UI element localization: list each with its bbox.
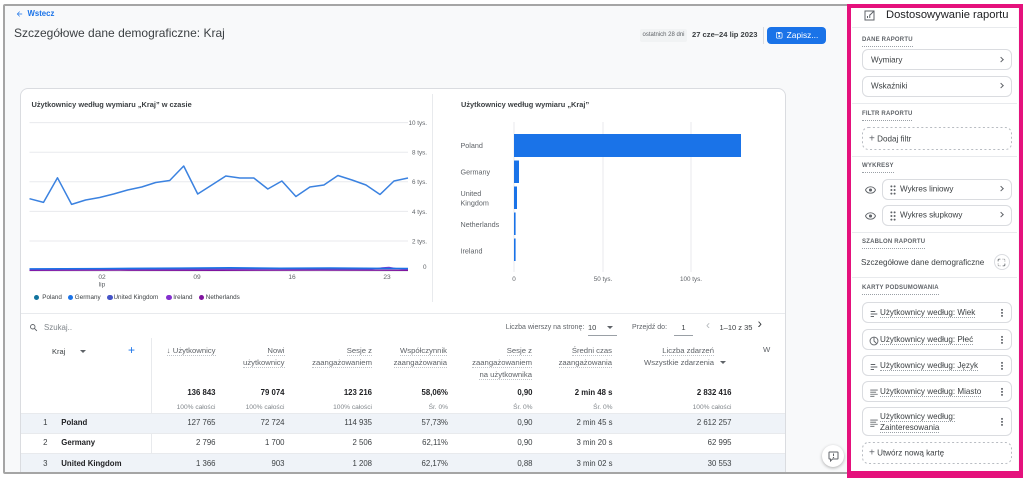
svg-text:02: 02	[98, 274, 106, 281]
svg-text:6 tys.: 6 tys.	[412, 179, 427, 186]
svg-text:lip: lip	[99, 282, 106, 289]
svg-text:Germany: Germany	[461, 168, 491, 177]
svg-text:09: 09	[193, 274, 201, 281]
svg-text:4 tys.: 4 tys.	[412, 209, 427, 216]
svg-text:Kingdom: Kingdom	[461, 199, 489, 208]
svg-text:10 tys.: 10 tys.	[408, 120, 427, 127]
svg-text:0: 0	[423, 264, 427, 271]
svg-text:Ireland: Ireland	[461, 247, 483, 256]
svg-text:16: 16	[288, 274, 296, 281]
svg-text:Poland: Poland	[461, 141, 483, 150]
svg-text:8 tys.: 8 tys.	[412, 150, 427, 157]
svg-text:2 tys.: 2 tys.	[412, 238, 427, 245]
svg-text:50 tys.: 50 tys.	[594, 276, 613, 283]
svg-text:23: 23	[383, 274, 391, 281]
svg-text:100 tys.: 100 tys.	[680, 276, 702, 283]
svg-text:0: 0	[512, 276, 516, 283]
svg-text:United: United	[461, 189, 482, 198]
svg-text:Netherlands: Netherlands	[461, 220, 500, 229]
